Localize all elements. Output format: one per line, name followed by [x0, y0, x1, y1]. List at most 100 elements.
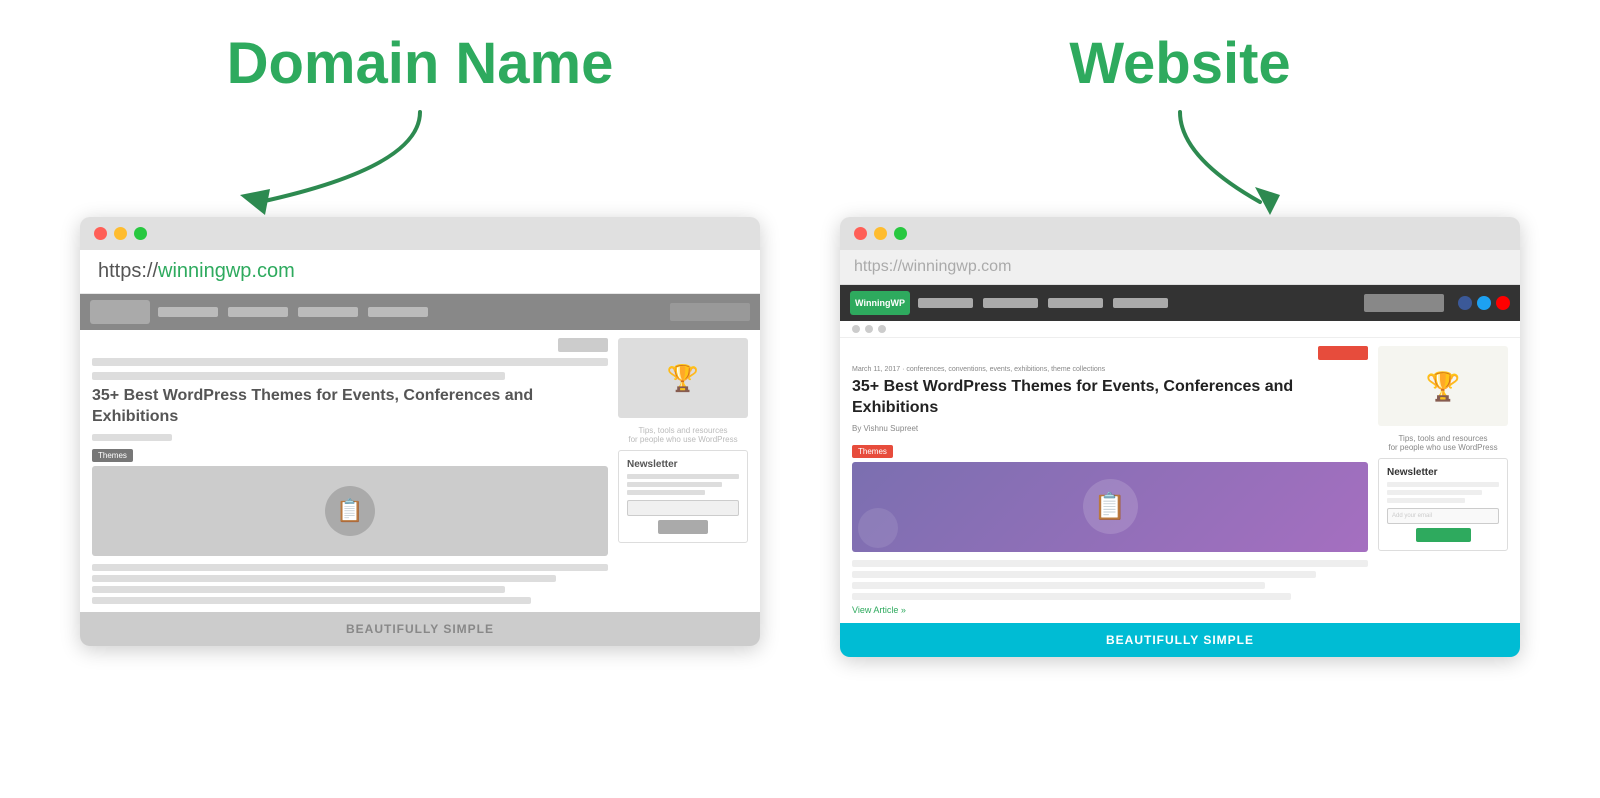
left-content-block: Themes 📋 [92, 449, 608, 564]
left-site-logo [90, 300, 150, 324]
left-arrow-svg [80, 107, 760, 217]
left-panel: Domain Name https://winningwp.com [80, 30, 760, 646]
right-nav-item-1 [918, 298, 973, 308]
left-url-bar: https://winningwp.com [80, 250, 760, 294]
left-bottom-banner: BEAUTIFULLY SIMPLE [80, 612, 760, 646]
left-clipboard-icon: 📋 [336, 498, 363, 524]
right-widget-caption: Tips, tools and resourcesfor people who … [1378, 434, 1508, 452]
right-search-btn [1318, 346, 1368, 360]
right-wp-logo-bg [858, 508, 898, 548]
right-site-main: March 11, 2017 · conferences, convention… [852, 346, 1368, 615]
right-nav-item-3 [1048, 298, 1103, 308]
left-sidebar: 🏆 Tips, tools and resourcesfor people wh… [618, 338, 748, 604]
right-search-row [852, 346, 1368, 360]
left-site-mockup: 35+ Best WordPress Themes for Events, Co… [80, 294, 760, 646]
right-newsletter: Newsletter Add your email [1378, 458, 1508, 551]
facebook-dot [1458, 296, 1472, 310]
inner-dot-3 [878, 325, 886, 333]
left-site-nav [80, 294, 760, 330]
right-nav-item-2 [983, 298, 1038, 308]
right-newsletter-text [1387, 482, 1499, 503]
inner-dot-1 [852, 325, 860, 333]
right-url-text: https://winningwp.com [854, 258, 1011, 275]
right-site-logo: WinningWP [850, 291, 910, 315]
right-site-inner-nav [840, 321, 1520, 338]
inner-dot-2 [865, 325, 873, 333]
left-search-btn [558, 338, 608, 352]
right-nav-items [918, 298, 1168, 308]
left-widget-glyph: 🏆 [667, 363, 699, 394]
right-banner-text: BEAUTIFULLY SIMPLE [854, 633, 1506, 647]
left-site-main: 35+ Best WordPress Themes for Events, Co… [92, 338, 608, 604]
right-nl-line-1 [1387, 482, 1499, 487]
right-newsletter-input: Add your email [1387, 508, 1499, 524]
right-nav-social [1458, 296, 1510, 310]
left-text-line-3 [92, 586, 505, 593]
left-nav-item-2 [228, 307, 288, 317]
left-nl-line-1 [627, 474, 739, 479]
right-site-meta: March 11, 2017 · conferences, convention… [852, 366, 1368, 373]
left-newsletter-text [627, 474, 739, 495]
main-container: Domain Name https://winningwp.com [0, 0, 1600, 687]
right-sidebar: 🏆 Tips, tools and resourcesfor people wh… [1378, 346, 1508, 615]
left-site-byline [92, 434, 172, 441]
left-widget-caption: Tips, tools and resourcesfor people who … [618, 426, 748, 444]
left-search-row [92, 338, 608, 352]
left-site-meta [92, 358, 608, 366]
left-site-headline: 35+ Best WordPress Themes for Events, Co… [92, 386, 608, 428]
right-input-placeholder: Add your email [1392, 513, 1432, 519]
left-nav-item-3 [298, 307, 358, 317]
left-newsletter-btn [658, 520, 708, 534]
left-site-meta2 [92, 372, 505, 380]
left-image-icon: 📋 [325, 486, 375, 536]
right-site-body: March 11, 2017 · conferences, convention… [840, 338, 1520, 623]
right-widget-icon: 🏆 [1378, 346, 1508, 426]
right-site-image: 📋 [852, 462, 1368, 552]
right-panel-title: Website [1069, 30, 1290, 97]
right-panel: Website https://winningwp.com W [840, 30, 1520, 657]
right-browser-window: https://winningwp.com WinningWP [840, 217, 1520, 657]
left-browser-window: https://winningwp.com [80, 217, 760, 646]
right-inner-dots [852, 325, 886, 333]
right-nl-line-3 [1387, 498, 1465, 503]
left-widget-icon: 🏆 [618, 338, 748, 418]
right-nav-cta [1364, 294, 1444, 312]
right-tag: Themes [852, 445, 893, 458]
right-text-line-2 [852, 571, 1316, 578]
left-text-line-2 [92, 575, 556, 582]
right-browser-titlebar [840, 217, 1520, 250]
right-content-block: Themes 📋 [852, 441, 1368, 552]
left-site-body: 35+ Best WordPress Themes for Events, Co… [80, 330, 760, 612]
right-bottom-banner: BEAUTIFULLY SIMPLE [840, 623, 1520, 657]
left-banner-text: BEAUTIFULLY SIMPLE [94, 622, 746, 636]
right-text-line-1 [852, 560, 1368, 567]
left-arrow-area [80, 107, 760, 217]
right-arrow-svg [840, 107, 1520, 217]
right-site-nav: WinningWP [840, 285, 1520, 321]
left-newsletter-input [627, 500, 739, 516]
right-close-dot [854, 227, 867, 240]
close-dot [94, 227, 107, 240]
maximize-dot [134, 227, 147, 240]
left-panel-title: Domain Name [227, 30, 614, 97]
left-nl-line-2 [627, 482, 722, 487]
left-tag: Themes [92, 449, 133, 462]
youtube-dot [1496, 296, 1510, 310]
right-site-byline: By Vishnu Supreet [852, 424, 1368, 433]
right-nl-line-2 [1387, 490, 1482, 495]
right-arrow-area [840, 107, 1520, 217]
right-minimize-dot [874, 227, 887, 240]
left-browser-titlebar [80, 217, 760, 250]
left-nav-cta [670, 303, 750, 321]
right-nav-item-4 [1113, 298, 1168, 308]
right-image-icon: 📋 [1083, 479, 1138, 534]
minimize-dot [114, 227, 127, 240]
left-url-text: https://winningwp.com [98, 260, 295, 283]
right-text-line-4 [852, 593, 1291, 600]
left-text-lines [92, 564, 608, 604]
right-clipboard-icon: 📋 [1094, 491, 1126, 522]
left-site-image: 📋 [92, 466, 608, 556]
right-maximize-dot [894, 227, 907, 240]
right-site-headline: 35+ Best WordPress Themes for Events, Co… [852, 377, 1368, 419]
right-newsletter-title: Newsletter [1387, 467, 1499, 478]
